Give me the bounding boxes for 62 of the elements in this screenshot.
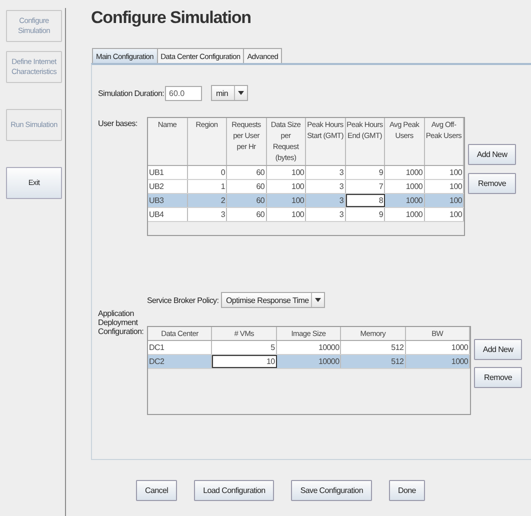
field-label: Service Broker Policy: [147,296,220,304]
table-cell: 5 [212,341,277,354]
policy-dropdown[interactable]: Optimise Response Time [221,292,325,308]
table-cell: 60 [227,194,266,207]
table-cell: 9 [346,208,385,221]
table-cell: UB2 [148,180,188,193]
table-cell: 2 [188,194,227,207]
table-button[interactable]: Add New [474,339,522,360]
footer-button[interactable]: Save Configuration [291,480,372,501]
table-cell: 60 [227,166,266,179]
table-cell: 1000 [385,208,424,221]
table-cell: 100 [266,166,306,179]
table-button[interactable]: Remove [468,173,516,194]
table-cell: 512 [341,341,406,354]
table-cell: UB4 [148,208,188,221]
table-cell: 1 [188,180,227,193]
table-cell: 100 [266,194,306,207]
table-button[interactable]: Add New [468,144,516,165]
table-row[interactable]: UB2 1 60 100 3 7 1000 100 [148,180,464,194]
table-cell: DC1 [148,341,212,354]
table-cell: 9 [346,166,385,179]
table-cell: 1000 [406,341,470,354]
table-cell: 100 [424,180,464,193]
table-row[interactable]: UB1 0 60 100 3 9 1000 100 [148,166,464,180]
table-cell: 10000 [276,341,342,354]
table-button[interactable]: Remove [474,367,522,388]
table-row[interactable]: UB4 3 60 100 3 9 1000 100 [148,208,464,222]
table-cell: 3 [188,208,227,221]
table-cell: 1000 [385,166,424,179]
table-cell: 7 [346,180,385,193]
table-cell: 0 [188,166,227,179]
table-cell: 100 [424,194,464,207]
table-cell: 3 [306,208,346,221]
table-cell: 100 [266,208,306,221]
table-cell: 60 [227,208,266,221]
duration-field[interactable]: 60.0 [165,86,202,100]
footer-button[interactable]: Load Configuration [194,480,274,501]
table-cell: 100 [266,180,306,193]
table-cell: 3 [306,166,346,179]
page-title: Configure Simulation [91,8,252,29]
footer-button[interactable]: Cancel [136,480,178,501]
table-cell: 10 [212,355,277,368]
table-row[interactable]: UB3 2 60 100 3 8 1000 100 [148,194,464,208]
table-cell: 8 [346,194,385,207]
table-row[interactable]: DC2 10 10000 512 1000 [148,355,470,369]
section-label: User bases: [98,118,138,130]
table-row[interactable]: DC1 5 10000 512 1000 [148,341,470,355]
table-cell: 1000 [385,194,424,207]
table-cell: 3 [306,180,346,193]
table-cell: UB1 [148,166,188,179]
unit-dropdown[interactable]: min [211,85,248,101]
table-cell: UB3 [148,194,188,207]
section-label: Application Deployment Configuration: [98,308,145,338]
table-cell: 100 [424,208,464,221]
table-cell: 10000 [276,355,342,368]
table-cell: 1000 [385,180,424,193]
field-label: Simulation Duration: [98,88,165,98]
table-cell: 1000 [406,355,470,368]
table-cell: 100 [424,166,464,179]
table-cell: 512 [341,355,406,368]
table-cell: 60 [227,180,266,193]
footer-button[interactable]: Done [388,480,425,501]
